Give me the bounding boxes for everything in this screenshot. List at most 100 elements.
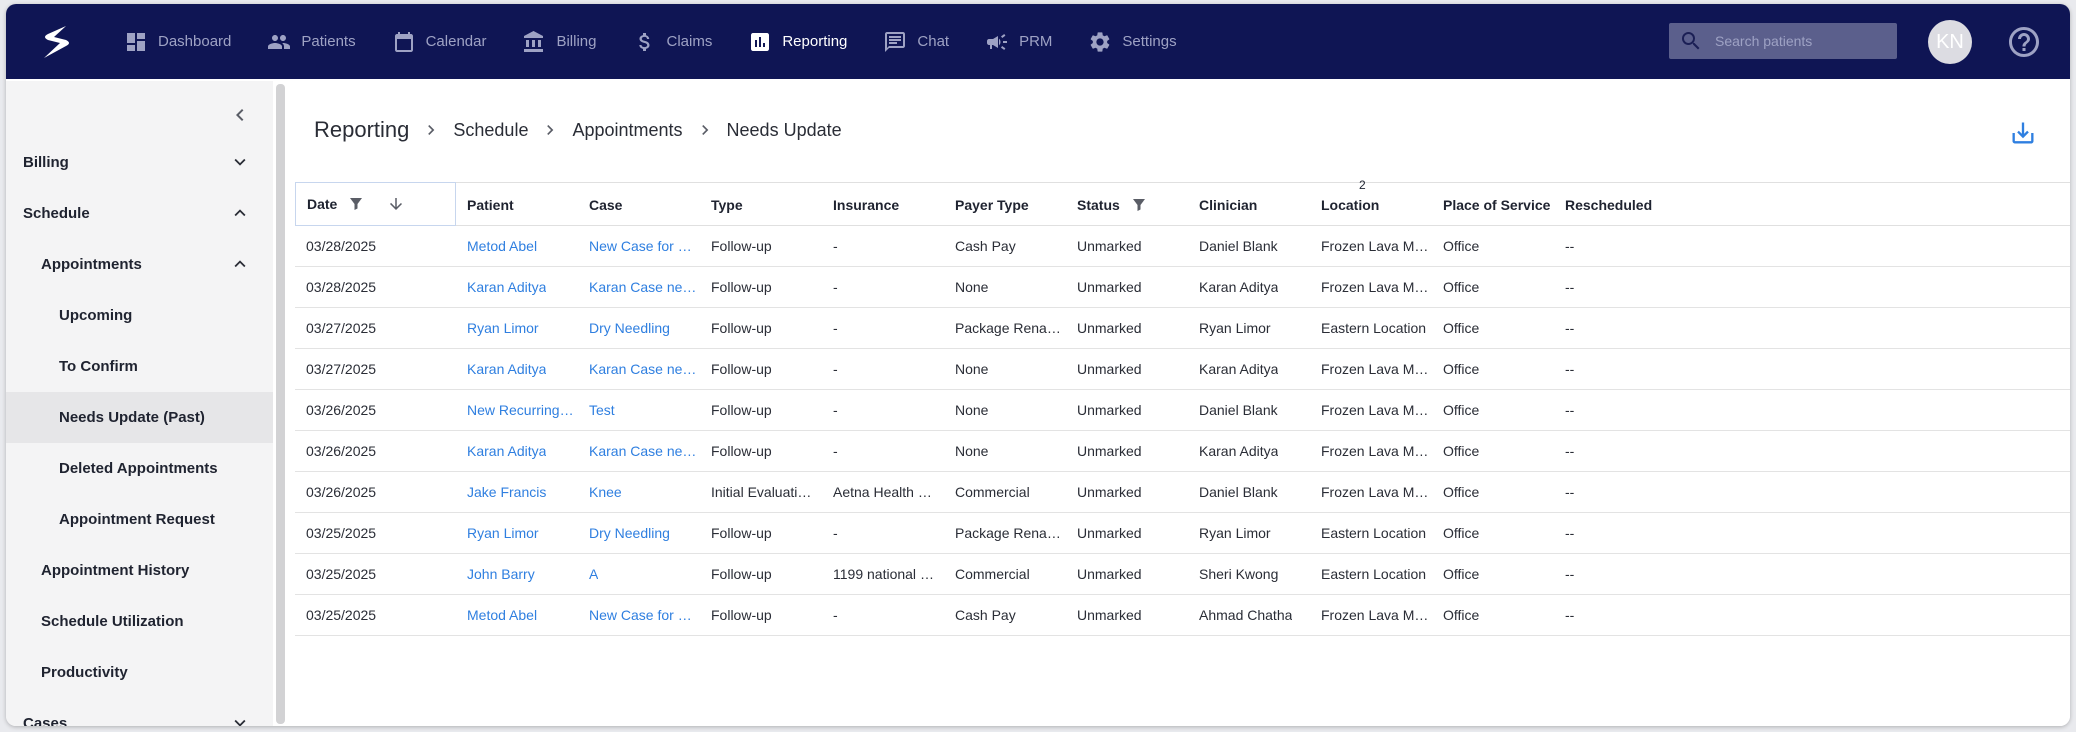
table-row[interactable]: 03/27/2025 Karan Aditya Karan Case new int… xyxy=(295,349,2070,390)
column-header-case[interactable]: Case xyxy=(578,183,700,226)
nav-dashboard[interactable]: Dashboard xyxy=(124,30,231,54)
table-row[interactable]: 03/25/2025 Ryan Limor Dry Needling Follow-u… xyxy=(295,513,2070,554)
cell-patient[interactable]: Metod Abel xyxy=(456,226,578,266)
table-row[interactable]: 03/25/2025 John Barry A Follow-up 1199 natio… xyxy=(295,554,2070,595)
column-header-payer-type[interactable]: Payer Type xyxy=(944,183,1066,226)
cell-case[interactable]: A xyxy=(578,554,700,594)
cell-patient[interactable]: Ryan Limor xyxy=(456,308,578,348)
breadcrumb-item[interactable]: Schedule xyxy=(453,120,528,141)
cell-case[interactable]: Dry Needling xyxy=(578,513,700,553)
cell-case[interactable]: Test xyxy=(578,390,700,430)
help-icon[interactable] xyxy=(2006,24,2042,60)
table-row[interactable]: 03/26/2025 Karan Aditya Karan Case new int… xyxy=(295,431,2070,472)
column-header-insurance[interactable]: Insurance xyxy=(822,183,944,226)
cell-patient[interactable]: Jake Francis xyxy=(456,472,578,512)
cell-text: Follow-up xyxy=(711,238,772,254)
breadcrumb-root[interactable]: Reporting xyxy=(314,117,409,143)
nav-chat[interactable]: Chat xyxy=(883,30,949,54)
filter-icon[interactable] xyxy=(1130,196,1148,214)
sidebar-item-deleted-appointments[interactable]: Deleted Appointments xyxy=(6,443,273,494)
cell-patient[interactable]: Ryan Limor xyxy=(456,513,578,553)
table-row[interactable]: 03/26/2025 Jake Francis Knee Initial Evalua… xyxy=(295,472,2070,513)
cell-case[interactable]: Karan Case new intake xyxy=(578,431,700,471)
cell-case[interactable]: Karan Case new intake xyxy=(578,267,700,307)
sidebar-item-productivity[interactable]: Productivity xyxy=(6,647,273,698)
nav-settings[interactable]: Settings xyxy=(1088,30,1177,54)
table-row[interactable]: 03/28/2025 Karan Aditya Karan Case new int… xyxy=(295,267,2070,308)
cell-location: Frozen Lava Medical xyxy=(1310,472,1432,512)
sidebar-item-schedule-utilization[interactable]: Schedule Utilization xyxy=(6,596,273,647)
cell-text: 1199 national BENEFIT FUND xyxy=(833,566,941,582)
cell-text: Karan Aditya xyxy=(467,443,547,459)
sidebar-item-billing[interactable]: Billing xyxy=(6,137,273,188)
sidebar-item-needs-update[interactable]: Needs Update (Past) xyxy=(6,392,273,443)
sidebar-item-label: Needs Update (Past) xyxy=(59,409,205,426)
sidebar-item-schedule[interactable]: Schedule xyxy=(6,188,273,239)
nav-patients[interactable]: Patients xyxy=(267,30,356,54)
cell-case[interactable]: Karan Case new intake xyxy=(578,349,700,389)
sidebar-item-cases[interactable]: Cases xyxy=(6,698,273,726)
sidebar-item-upcoming[interactable]: Upcoming xyxy=(6,290,273,341)
cell-case[interactable]: New Case for Shoulder xyxy=(578,226,700,266)
nav-label: PRM xyxy=(1019,33,1053,50)
chevron-right-icon xyxy=(547,125,554,135)
sidebar-item-appointment-history[interactable]: Appointment History xyxy=(6,545,273,596)
brand-logo-icon[interactable] xyxy=(36,24,76,60)
column-header-date[interactable]: Date xyxy=(295,182,456,226)
cell-case[interactable]: Dry Needling xyxy=(578,308,700,348)
cell-insurance: - xyxy=(822,513,944,553)
filter-icon[interactable] xyxy=(347,195,365,213)
cell-case[interactable]: New Case for Shoulder xyxy=(578,595,700,635)
nav-calendar[interactable]: Calendar xyxy=(392,30,486,54)
cell-rescheduled: -- xyxy=(1554,513,1684,553)
download-icon[interactable] xyxy=(2009,119,2037,147)
cell-payer-type: Cash Pay xyxy=(944,595,1066,635)
cell-text: Ryan Limor xyxy=(467,525,539,541)
avatar[interactable]: KN xyxy=(1928,20,1972,64)
cell-clinician: Ahmad Chatha xyxy=(1188,595,1310,635)
table-row[interactable]: 03/28/2025 Metod Abel New Case for Shoulde… xyxy=(295,226,2070,267)
cell-text: Ryan Limor xyxy=(467,320,539,336)
cell-patient[interactable]: John Barry xyxy=(456,554,578,594)
cell-text: 03/28/2025 xyxy=(306,279,377,295)
breadcrumb-item[interactable]: Appointments xyxy=(572,120,682,141)
cell-rescheduled: -- xyxy=(1554,267,1684,307)
cell-rescheduled: -- xyxy=(1554,431,1684,471)
cell-patient[interactable]: Karan Aditya xyxy=(456,267,578,307)
nav-label: Chat xyxy=(917,33,950,50)
cell-patient[interactable]: Karan Aditya xyxy=(456,349,578,389)
cell-text: Frozen Lava Medical xyxy=(1321,361,1429,377)
nav-claims[interactable]: Claims xyxy=(633,30,712,54)
column-header-place-of-service[interactable]: Place of Service xyxy=(1432,183,1554,226)
cell-clinician: Daniel Blank xyxy=(1188,390,1310,430)
column-header-rescheduled[interactable]: Rescheduled xyxy=(1554,183,1684,226)
search-input[interactable] xyxy=(1715,33,1885,49)
sidebar-item-appointment-request[interactable]: Appointment Request xyxy=(6,494,273,545)
table-row[interactable]: 03/27/2025 Ryan Limor Dry Needling Follow-u… xyxy=(295,308,2070,349)
cell-text: Cash Pay xyxy=(955,607,1016,623)
cell-text: Follow-up xyxy=(711,607,772,623)
cell-patient[interactable]: Metod Abel xyxy=(456,595,578,635)
nav-reporting[interactable]: Reporting xyxy=(748,30,847,54)
cell-case[interactable]: Knee xyxy=(578,472,700,512)
cell-rescheduled: -- xyxy=(1554,595,1684,635)
sidebar-scrollbar[interactable] xyxy=(276,84,285,724)
table-body: 03/28/2025 Metod Abel New Case for Shoulde… xyxy=(295,226,2070,636)
column-header-clinician[interactable]: Clinician xyxy=(1188,183,1310,226)
cell-payer-type: Commercial xyxy=(944,554,1066,594)
nav-prm[interactable]: PRM xyxy=(985,30,1052,54)
column-header-patient[interactable]: Patient xyxy=(456,183,578,226)
table-row[interactable]: 03/25/2025 Metod Abel New Case for Shoulde… xyxy=(295,595,2070,636)
table-row[interactable]: 03/26/2025 New Recurring Test Test Follow-u… xyxy=(295,390,2070,431)
column-header-type[interactable]: Type xyxy=(700,183,822,226)
cell-patient[interactable]: New Recurring Test xyxy=(456,390,578,430)
column-header-location[interactable]: Location xyxy=(1310,183,1432,226)
search-box[interactable] xyxy=(1669,23,1897,59)
nav-billing[interactable]: Billing xyxy=(522,30,597,54)
sort-descending-icon[interactable] xyxy=(387,195,405,213)
chevron-left-icon[interactable] xyxy=(228,103,252,127)
cell-patient[interactable]: Karan Aditya xyxy=(456,431,578,471)
column-header-status[interactable]: Status xyxy=(1066,183,1188,226)
sidebar-item-to-confirm[interactable]: To Confirm xyxy=(6,341,273,392)
sidebar-item-appointments[interactable]: Appointments xyxy=(6,239,273,290)
